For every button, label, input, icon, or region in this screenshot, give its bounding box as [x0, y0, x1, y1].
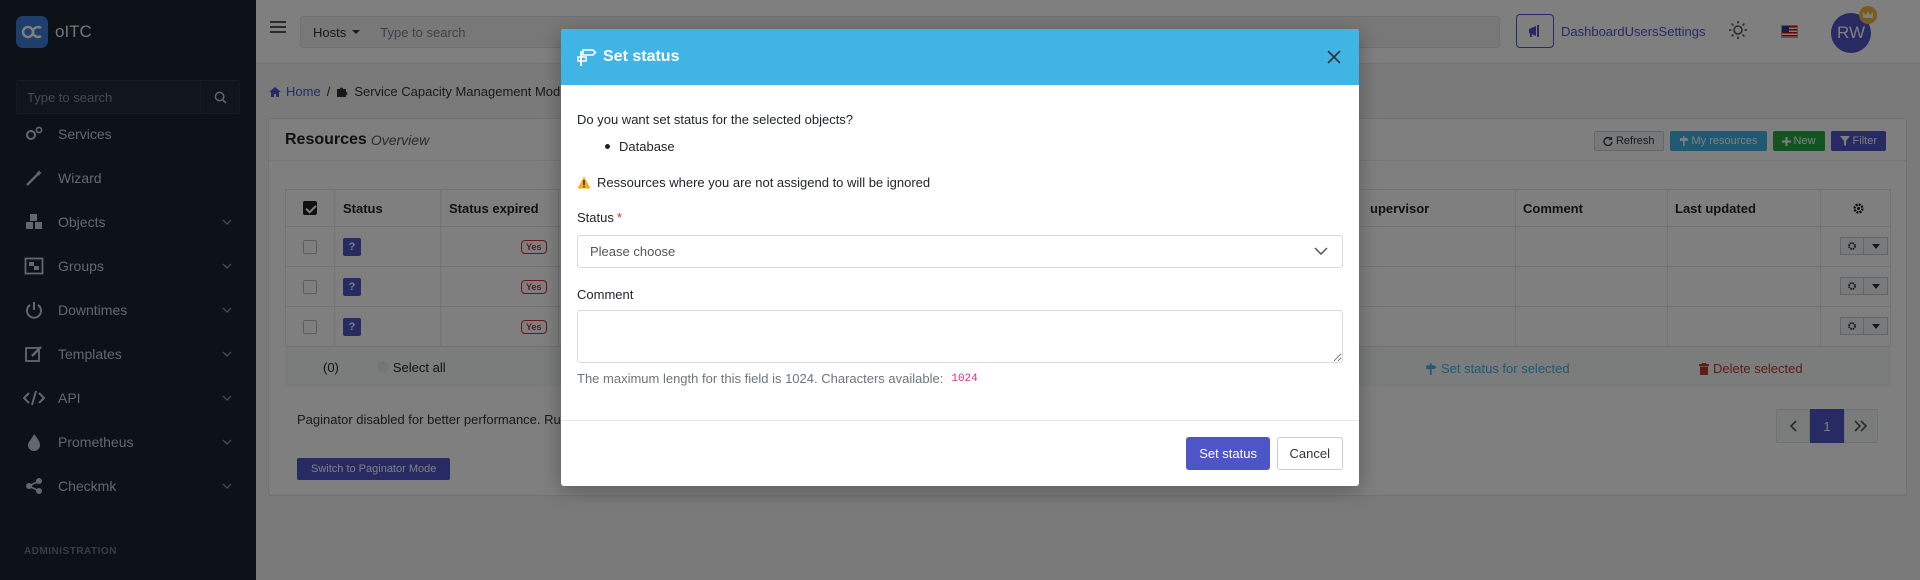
status-select-value: Please choose — [590, 244, 676, 259]
status-label-text: Status — [577, 210, 614, 225]
warning-icon — [577, 176, 591, 189]
set-status-modal: Set status Do you want set status for th… — [561, 29, 1359, 486]
modal-warning: Ressources where you are not assigend to… — [577, 175, 930, 190]
comment-field-label: Comment — [577, 287, 634, 302]
status-select[interactable]: Please choose — [577, 235, 1343, 268]
status-field-label: Status * — [577, 210, 622, 225]
modal-close-button[interactable] — [1323, 46, 1345, 68]
modal-warning-text: Ressources where you are not assigend to… — [597, 175, 931, 190]
comment-length-hint: The maximum length for this field is 102… — [577, 371, 978, 386]
set-status-button[interactable]: Set status — [1186, 437, 1270, 470]
chars-available-count: 1024 — [951, 372, 978, 385]
chevron-down-icon — [1314, 247, 1328, 256]
close-icon — [1327, 50, 1341, 64]
modal-header: Set status — [561, 29, 1359, 85]
signs-post-icon — [577, 49, 597, 66]
cancel-button[interactable]: Cancel — [1276, 437, 1343, 470]
comment-textarea[interactable] — [577, 310, 1343, 363]
selected-object-item: Database — [605, 139, 675, 154]
modal-footer: Set status Cancel — [561, 420, 1359, 486]
comment-hint-text: The maximum length for this field is 102… — [577, 371, 944, 386]
required-mark: * — [616, 210, 622, 225]
modal-title: Set status — [603, 48, 680, 65]
selected-object-name: Database — [619, 139, 675, 154]
bullet — [605, 144, 610, 149]
modal-question: Do you want set status for the selected … — [577, 112, 854, 127]
